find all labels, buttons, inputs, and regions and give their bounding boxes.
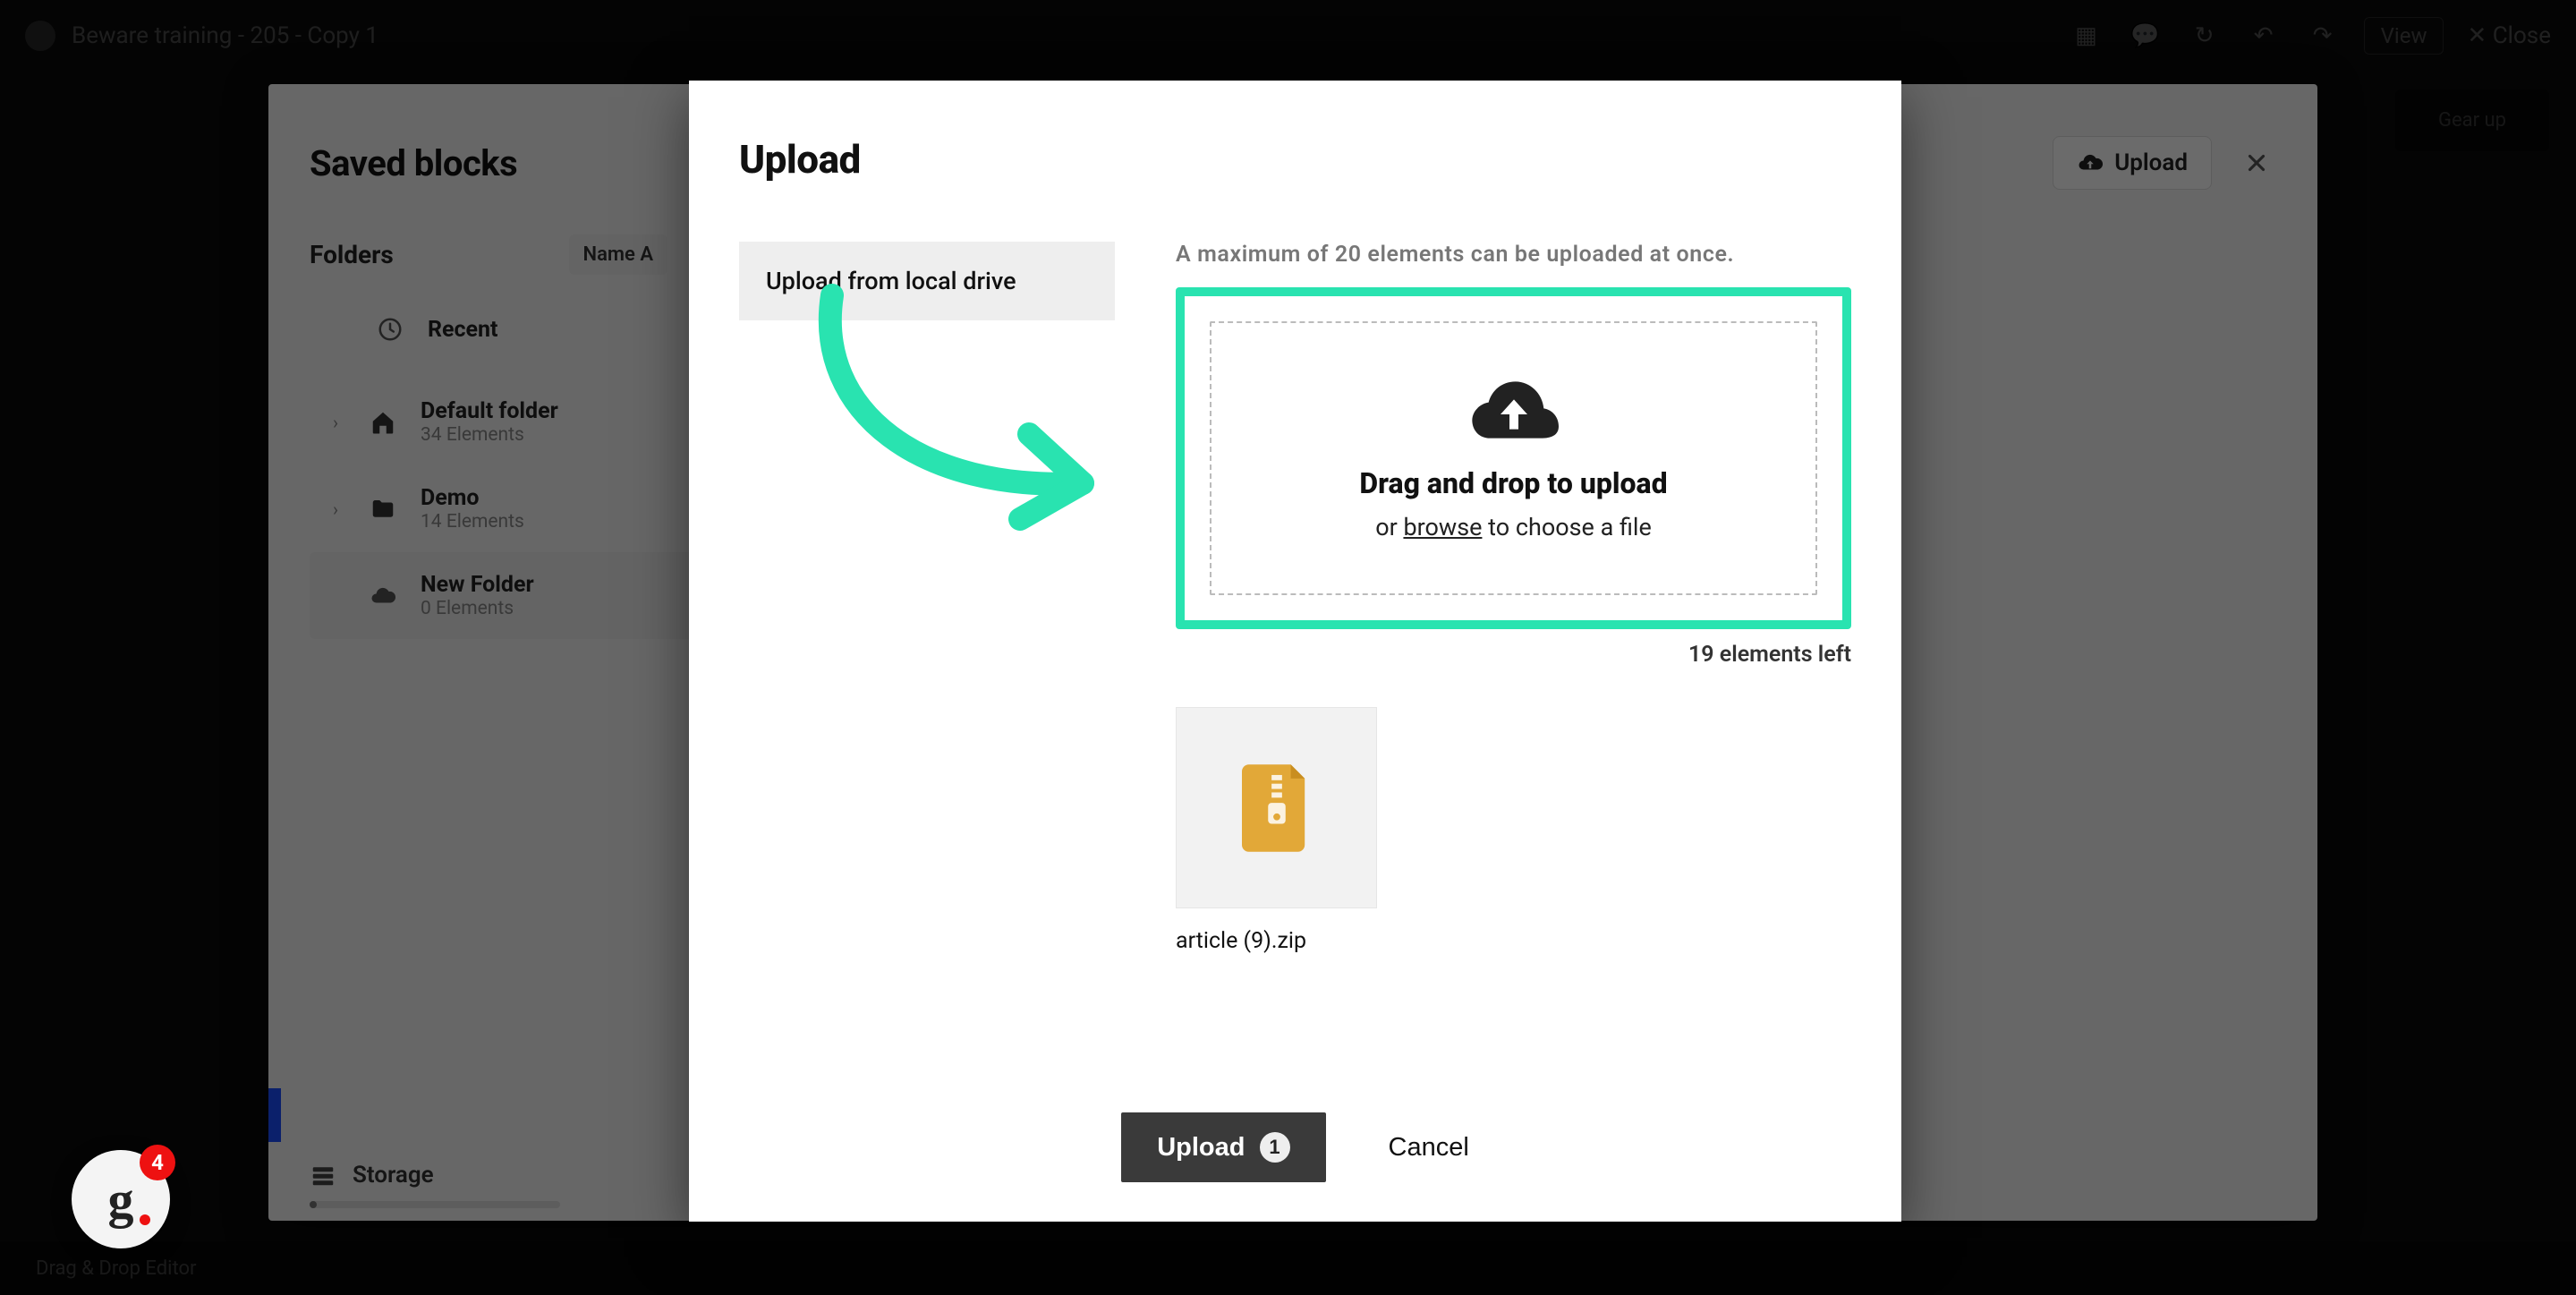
cloud-upload-icon <box>1465 379 1563 450</box>
browse-link[interactable]: browse <box>1403 513 1482 541</box>
app-launcher-badge[interactable]: g 4 <box>72 1150 170 1248</box>
upload-button[interactable]: Upload 1 <box>1121 1112 1325 1182</box>
tab-upload-local[interactable]: Upload from local drive <box>739 242 1115 320</box>
upload-button-label: Upload <box>1157 1133 1245 1163</box>
upload-max-note: A maximum of 20 elements can be uploaded… <box>1176 242 1851 268</box>
dropzone[interactable]: Drag and drop to upload or browse to cho… <box>1210 321 1817 595</box>
file-card[interactable]: article (9).zip <box>1176 707 1377 954</box>
file-name: article (9).zip <box>1176 928 1377 954</box>
upload-count-badge: 1 <box>1260 1132 1290 1163</box>
elements-left-label: 19 elements left <box>1176 642 1851 668</box>
dropzone-highlight: Drag and drop to upload or browse to cho… <box>1176 287 1851 629</box>
upload-modal-title: Upload <box>739 136 1851 183</box>
app-launcher-glyph: g <box>108 1170 134 1230</box>
dropzone-subtitle: or browse to choose a file <box>1375 513 1652 541</box>
file-thumbnail <box>1176 707 1377 908</box>
zip-file-icon <box>1242 764 1312 852</box>
pending-files: article (9).zip <box>1176 707 1851 954</box>
dot-icon <box>140 1214 150 1225</box>
notification-badge: 4 <box>140 1145 175 1180</box>
upload-modal: Upload Upload from local drive A maximum… <box>689 81 1901 1222</box>
cancel-button[interactable]: Cancel <box>1389 1133 1469 1163</box>
dropzone-title: Drag and drop to upload <box>1359 466 1667 500</box>
upload-modal-actions: Upload 1 Cancel <box>689 1085 1901 1222</box>
